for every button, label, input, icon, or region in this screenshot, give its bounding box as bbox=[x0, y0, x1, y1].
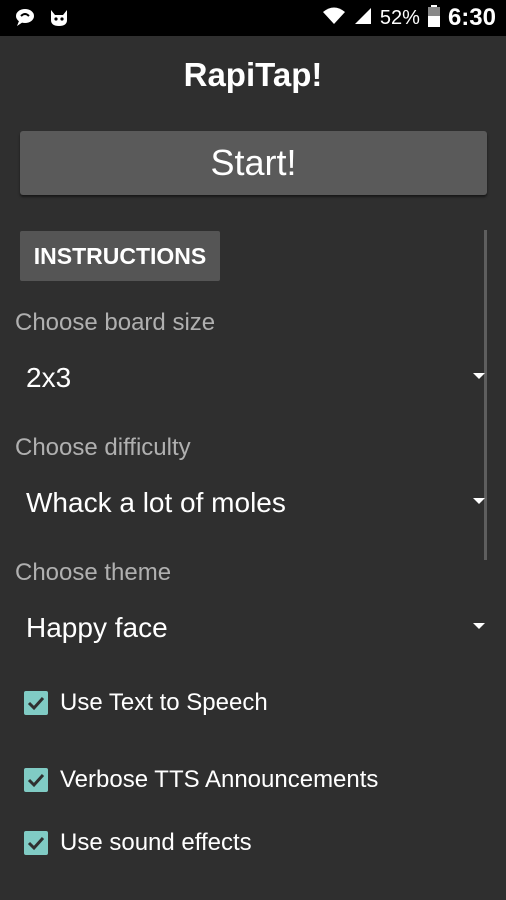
theme-label: Choose theme bbox=[15, 559, 172, 586]
board-size-label: Choose board size bbox=[15, 309, 216, 336]
system-status: 52% 6:30 bbox=[322, 0, 496, 36]
checkbox-label: Use sound effects bbox=[60, 829, 252, 856]
difficulty-label: Choose difficulty bbox=[15, 434, 191, 461]
app-screen: 52% 6:30 RapiTap! Start! INSTRUCTIONS Ch… bbox=[0, 0, 506, 900]
checkbox-checked-icon bbox=[24, 831, 48, 855]
clock: 6:30 bbox=[447, 4, 496, 31]
board-size-value: 2x3 bbox=[26, 362, 72, 393]
theme-spinner[interactable]: Happy face bbox=[15, 600, 491, 656]
checkbox-checked-icon bbox=[24, 691, 48, 715]
tts-checkbox[interactable]: Use Text to Speech bbox=[24, 687, 268, 719]
chat-bubble-icon bbox=[14, 6, 36, 33]
checkbox-checked-icon bbox=[24, 768, 48, 792]
checkbox-label: Use Text to Speech bbox=[60, 689, 268, 716]
instructions-button[interactable]: INSTRUCTIONS bbox=[20, 231, 220, 281]
app-title: RapiTap! bbox=[183, 56, 323, 93]
sound-effects-checkbox[interactable]: Use sound effects bbox=[24, 827, 252, 859]
start-button[interactable]: Start! bbox=[20, 131, 487, 195]
status-bar: 52% 6:30 bbox=[0, 0, 506, 36]
wifi-icon bbox=[322, 6, 346, 31]
dropdown-arrow-icon bbox=[473, 623, 485, 629]
dropdown-arrow-icon bbox=[473, 373, 485, 379]
verbose-tts-checkbox[interactable]: Verbose TTS Announcements bbox=[24, 764, 378, 796]
board-size-spinner[interactable]: 2x3 bbox=[15, 350, 491, 406]
checkbox-label: Verbose TTS Announcements bbox=[60, 766, 379, 793]
battery-icon bbox=[427, 4, 440, 32]
difficulty-value: Whack a lot of moles bbox=[26, 487, 286, 518]
theme-value: Happy face bbox=[26, 612, 168, 643]
battery-percent: 52% bbox=[379, 6, 420, 29]
notification-icons bbox=[14, 6, 70, 33]
difficulty-spinner[interactable]: Whack a lot of moles bbox=[15, 475, 491, 531]
cell-signal-icon bbox=[354, 6, 372, 31]
dropdown-arrow-icon bbox=[473, 498, 485, 504]
cat-face-icon bbox=[48, 6, 70, 33]
